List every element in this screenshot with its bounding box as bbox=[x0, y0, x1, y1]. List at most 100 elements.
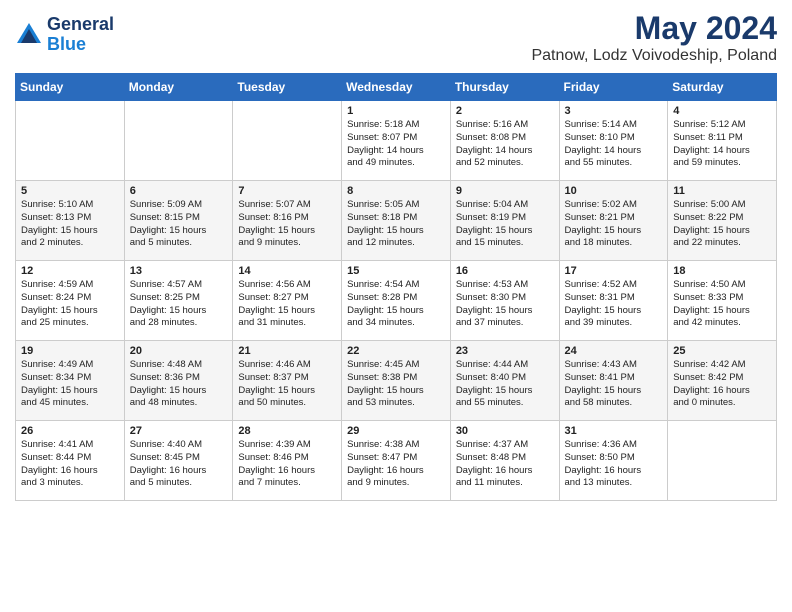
calendar-cell: 31 Sunrise: 4:36 AM Sunset: 8:50 PM Dayli… bbox=[559, 421, 668, 501]
cell-info: Sunrise: 5:09 AM Sunset: 8:15 PM Dayligh… bbox=[130, 199, 228, 250]
cell-info: Sunrise: 4:49 AM Sunset: 8:34 PM Dayligh… bbox=[21, 359, 119, 410]
logo: General Blue bbox=[15, 15, 114, 55]
weekday-header-cell: Friday bbox=[559, 74, 668, 101]
calendar-cell: 28 Sunrise: 4:39 AM Sunset: 8:46 PM Dayli… bbox=[233, 421, 342, 501]
day-number: 10 bbox=[565, 185, 663, 197]
cell-info: Sunrise: 5:04 AM Sunset: 8:19 PM Dayligh… bbox=[456, 199, 554, 250]
calendar-cell: 13Sunrise: 4:57 AM Sunset: 8:25 PM Dayli… bbox=[124, 261, 233, 341]
cell-info: Sunrise: 5:05 AM Sunset: 8:18 PM Dayligh… bbox=[347, 199, 445, 250]
calendar-cell: 5 Sunrise: 5:10 AM Sunset: 8:13 PM Daylig… bbox=[16, 181, 125, 261]
calendar-cell: 18 Sunrise: 4:50 AM Sunset: 8:33 PM Dayli… bbox=[668, 261, 777, 341]
day-number: 22 bbox=[347, 345, 445, 357]
cell-info: Sunrise: 5:14 AM Sunset: 8:10 PM Dayligh… bbox=[565, 119, 663, 170]
calendar-cell: 21 Sunrise: 4:46 AM Sunset: 8:37 PM Dayli… bbox=[233, 341, 342, 421]
day-number: 30 bbox=[456, 425, 554, 437]
cell-info: Sunrise: 5:02 AM Sunset: 8:21 PM Dayligh… bbox=[565, 199, 663, 250]
day-number: 9 bbox=[456, 185, 554, 197]
cell-info: Sunrise: 4:52 AM Sunset: 8:31 PM Dayligh… bbox=[565, 279, 663, 330]
calendar-table: SundayMondayTuesdayWednesdayThursdayFrid… bbox=[15, 73, 777, 501]
cell-info: Sunrise: 4:39 AM Sunset: 8:46 PM Dayligh… bbox=[238, 439, 336, 490]
calendar-cell: 10 Sunrise: 5:02 AM Sunset: 8:21 PM Dayli… bbox=[559, 181, 668, 261]
cell-info: Sunrise: 4:41 AM Sunset: 8:44 PM Dayligh… bbox=[21, 439, 119, 490]
cell-info: Sunrise: 5:00 AM Sunset: 8:22 PM Dayligh… bbox=[673, 199, 771, 250]
day-number: 18 bbox=[673, 265, 771, 277]
calendar-body: 1 Sunrise: 5:18 AM Sunset: 8:07 PM Daylig… bbox=[16, 101, 777, 501]
calendar-cell: 25 Sunrise: 4:42 AM Sunset: 8:42 PM Dayli… bbox=[668, 341, 777, 421]
weekday-header-cell: Thursday bbox=[450, 74, 559, 101]
day-number: 28 bbox=[238, 425, 336, 437]
calendar-cell: 19 Sunrise: 4:49 AM Sunset: 8:34 PM Dayli… bbox=[16, 341, 125, 421]
cell-info: Sunrise: 4:50 AM Sunset: 8:33 PM Dayligh… bbox=[673, 279, 771, 330]
calendar-cell: 12 Sunrise: 4:59 AM Sunset: 8:24 PM Dayli… bbox=[16, 261, 125, 341]
day-number: 6 bbox=[130, 185, 228, 197]
day-number: 17 bbox=[565, 265, 663, 277]
calendar-cell bbox=[16, 101, 125, 181]
calendar-cell: 20Sunrise: 4:48 AM Sunset: 8:36 PM Dayli… bbox=[124, 341, 233, 421]
day-number: 27 bbox=[130, 425, 228, 437]
calendar-week-row: 12 Sunrise: 4:59 AM Sunset: 8:24 PM Dayli… bbox=[16, 261, 777, 341]
cell-info: Sunrise: 5:10 AM Sunset: 8:13 PM Dayligh… bbox=[21, 199, 119, 250]
cell-info: Sunrise: 5:18 AM Sunset: 8:07 PM Dayligh… bbox=[347, 119, 445, 170]
calendar-cell bbox=[233, 101, 342, 181]
day-number: 3 bbox=[565, 105, 663, 117]
calendar-cell: 24 Sunrise: 4:43 AM Sunset: 8:41 PM Dayli… bbox=[559, 341, 668, 421]
logo-blue: Blue bbox=[47, 35, 114, 55]
calendar-cell: 9 Sunrise: 5:04 AM Sunset: 8:19 PM Daylig… bbox=[450, 181, 559, 261]
calendar-cell: 1 Sunrise: 5:18 AM Sunset: 8:07 PM Daylig… bbox=[342, 101, 451, 181]
calendar-cell: 26Sunrise: 4:41 AM Sunset: 8:44 PM Dayli… bbox=[16, 421, 125, 501]
cell-info: Sunrise: 4:38 AM Sunset: 8:47 PM Dayligh… bbox=[347, 439, 445, 490]
calendar-week-row: 26Sunrise: 4:41 AM Sunset: 8:44 PM Dayli… bbox=[16, 421, 777, 501]
weekday-header-cell: Monday bbox=[124, 74, 233, 101]
cell-info: Sunrise: 5:07 AM Sunset: 8:16 PM Dayligh… bbox=[238, 199, 336, 250]
calendar-cell: 11 Sunrise: 5:00 AM Sunset: 8:22 PM Dayli… bbox=[668, 181, 777, 261]
calendar-cell: 30 Sunrise: 4:37 AM Sunset: 8:48 PM Dayli… bbox=[450, 421, 559, 501]
day-number: 16 bbox=[456, 265, 554, 277]
calendar-cell: 15Sunrise: 4:54 AM Sunset: 8:28 PM Dayli… bbox=[342, 261, 451, 341]
calendar-cell: 6 Sunrise: 5:09 AM Sunset: 8:15 PM Daylig… bbox=[124, 181, 233, 261]
calendar-cell: 29 Sunrise: 4:38 AM Sunset: 8:47 PM Dayli… bbox=[342, 421, 451, 501]
calendar-cell: 8 Sunrise: 5:05 AM Sunset: 8:18 PM Daylig… bbox=[342, 181, 451, 261]
month-title: May 2024 bbox=[531, 10, 777, 47]
cell-info: Sunrise: 4:45 AM Sunset: 8:38 PM Dayligh… bbox=[347, 359, 445, 410]
cell-info: Sunrise: 4:56 AM Sunset: 8:27 PM Dayligh… bbox=[238, 279, 336, 330]
calendar-cell: 17 Sunrise: 4:52 AM Sunset: 8:31 PM Dayli… bbox=[559, 261, 668, 341]
cell-info: Sunrise: 4:43 AM Sunset: 8:41 PM Dayligh… bbox=[565, 359, 663, 410]
day-number: 15 bbox=[347, 265, 445, 277]
logo-text: General Blue bbox=[47, 15, 114, 55]
cell-info: Sunrise: 5:16 AM Sunset: 8:08 PM Dayligh… bbox=[456, 119, 554, 170]
cell-info: Sunrise: 4:59 AM Sunset: 8:24 PM Dayligh… bbox=[21, 279, 119, 330]
day-number: 25 bbox=[673, 345, 771, 357]
day-number: 1 bbox=[347, 105, 445, 117]
cell-info: Sunrise: 4:42 AM Sunset: 8:42 PM Dayligh… bbox=[673, 359, 771, 410]
calendar-cell: 4Sunrise: 5:12 AM Sunset: 8:11 PM Daylig… bbox=[668, 101, 777, 181]
calendar-cell bbox=[668, 421, 777, 501]
cell-info: Sunrise: 4:46 AM Sunset: 8:37 PM Dayligh… bbox=[238, 359, 336, 410]
day-number: 5 bbox=[21, 185, 119, 197]
location-title: Patnow, Lodz Voivodeship, Poland bbox=[531, 47, 777, 65]
cell-info: Sunrise: 4:36 AM Sunset: 8:50 PM Dayligh… bbox=[565, 439, 663, 490]
weekday-header-cell: Sunday bbox=[16, 74, 125, 101]
day-number: 24 bbox=[565, 345, 663, 357]
calendar-cell: 22 Sunrise: 4:45 AM Sunset: 8:38 PM Dayli… bbox=[342, 341, 451, 421]
cell-info: Sunrise: 4:48 AM Sunset: 8:36 PM Dayligh… bbox=[130, 359, 228, 410]
cell-info: Sunrise: 4:53 AM Sunset: 8:30 PM Dayligh… bbox=[456, 279, 554, 330]
calendar-cell: 7Sunrise: 5:07 AM Sunset: 8:16 PM Daylig… bbox=[233, 181, 342, 261]
day-number: 12 bbox=[21, 265, 119, 277]
day-number: 19 bbox=[21, 345, 119, 357]
calendar-week-row: 1 Sunrise: 5:18 AM Sunset: 8:07 PM Daylig… bbox=[16, 101, 777, 181]
calendar-cell: 27Sunrise: 4:40 AM Sunset: 8:45 PM Dayli… bbox=[124, 421, 233, 501]
day-number: 8 bbox=[347, 185, 445, 197]
weekday-header-cell: Tuesday bbox=[233, 74, 342, 101]
day-number: 11 bbox=[673, 185, 771, 197]
calendar-cell bbox=[124, 101, 233, 181]
day-number: 31 bbox=[565, 425, 663, 437]
calendar-week-row: 5 Sunrise: 5:10 AM Sunset: 8:13 PM Daylig… bbox=[16, 181, 777, 261]
cell-info: Sunrise: 4:37 AM Sunset: 8:48 PM Dayligh… bbox=[456, 439, 554, 490]
weekday-header-row: SundayMondayTuesdayWednesdayThursdayFrid… bbox=[16, 74, 777, 101]
weekday-header-cell: Wednesday bbox=[342, 74, 451, 101]
cell-info: Sunrise: 5:12 AM Sunset: 8:11 PM Dayligh… bbox=[673, 119, 771, 170]
day-number: 29 bbox=[347, 425, 445, 437]
logo-icon bbox=[15, 21, 43, 49]
calendar-cell: 14Sunrise: 4:56 AM Sunset: 8:27 PM Dayli… bbox=[233, 261, 342, 341]
day-number: 21 bbox=[238, 345, 336, 357]
